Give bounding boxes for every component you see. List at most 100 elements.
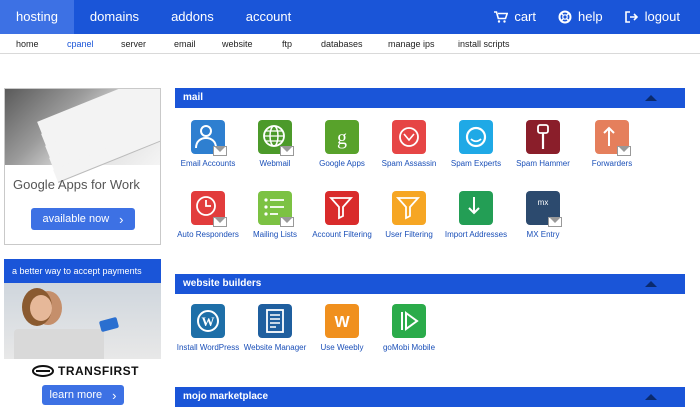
tile-label: Spam Assassin bbox=[381, 159, 437, 168]
subnav-website[interactable]: website bbox=[222, 34, 253, 54]
subnav-ftp[interactable]: ftp bbox=[282, 34, 292, 54]
tile-install-wordpress[interactable]: W Install WordPress bbox=[173, 304, 243, 353]
website-builders-section-title: website builders bbox=[183, 278, 262, 289]
gomobi-icon bbox=[392, 304, 426, 338]
svg-text:W: W bbox=[202, 314, 215, 329]
funnel-user-icon bbox=[392, 191, 426, 225]
wordpress-icon: W bbox=[191, 304, 225, 338]
nav-domains[interactable]: domains bbox=[74, 0, 155, 34]
collapse-caret-icon[interactable] bbox=[645, 394, 657, 400]
tile-label: MX Entry bbox=[526, 230, 560, 239]
weebly-icon: W bbox=[325, 304, 359, 338]
tile-webmail[interactable]: Webmail bbox=[240, 120, 310, 169]
transfirst-logo: TRANSFIRST bbox=[32, 364, 139, 378]
logout-link[interactable]: logout bbox=[624, 0, 680, 34]
chevron-right-icon: › bbox=[119, 211, 124, 227]
subnav-manage-ips[interactable]: manage ips bbox=[388, 34, 435, 54]
tile-spam-assassin[interactable]: Spam Assassin bbox=[374, 120, 444, 169]
clock-icon bbox=[191, 191, 227, 227]
tile-label: Spam Hammer bbox=[516, 159, 570, 168]
forward-arrow-icon bbox=[595, 120, 631, 156]
logout-label: logout bbox=[644, 9, 680, 24]
tile-account-filtering[interactable]: Account Filtering bbox=[307, 191, 377, 240]
mx-entry-icon: mx bbox=[526, 191, 562, 227]
tile-label: Webmail bbox=[259, 159, 291, 168]
google-apps-title: Google Apps for Work bbox=[13, 177, 140, 192]
tile-label: Use Weebly bbox=[320, 343, 364, 352]
google-g-icon: g bbox=[325, 120, 359, 154]
mail-section-title: mail bbox=[183, 92, 204, 103]
available-now-label: available now bbox=[42, 213, 110, 225]
list-icon bbox=[258, 191, 294, 227]
google-logo-text: Google bbox=[13, 177, 55, 192]
nav-addons[interactable]: addons bbox=[155, 0, 230, 34]
tile-auto-responders[interactable]: Auto Responders bbox=[173, 191, 243, 240]
google-apps-ad[interactable]: Google Apps for Work available now › bbox=[4, 88, 161, 245]
tile-website-manager[interactable]: Website Manager bbox=[240, 304, 310, 353]
transfirst-headline: a better way to accept payments bbox=[4, 259, 161, 283]
tile-label: Auto Responders bbox=[177, 230, 239, 239]
tile-label: Spam Experts bbox=[450, 159, 502, 168]
svg-text:g: g bbox=[337, 127, 347, 149]
globe-icon bbox=[258, 120, 294, 156]
learn-more-button[interactable]: learn more › bbox=[42, 385, 124, 405]
lifebuoy-icon bbox=[558, 10, 572, 24]
svg-text:mx: mx bbox=[538, 198, 549, 207]
available-now-button[interactable]: available now › bbox=[31, 208, 135, 230]
website-builders-section-header[interactable]: website builders bbox=[175, 274, 685, 294]
tile-label: Install WordPress bbox=[176, 343, 240, 352]
tile-label: goMobi Mobile bbox=[382, 343, 436, 352]
tile-label: Account Filtering bbox=[312, 230, 372, 239]
mojo-marketplace-section-title: mojo marketplace bbox=[183, 391, 269, 402]
funnel-icon bbox=[325, 191, 359, 225]
tile-forwarders[interactable]: Forwarders bbox=[577, 120, 647, 169]
mail-section-header[interactable]: mail bbox=[175, 88, 685, 108]
learn-more-label: learn more bbox=[49, 389, 103, 401]
mojo-marketplace-section-header[interactable]: mojo marketplace bbox=[175, 387, 685, 407]
paper-stack-image bbox=[5, 89, 160, 183]
subnav-install-scripts[interactable]: install scripts bbox=[458, 34, 510, 54]
utility-nav: cart help logout bbox=[472, 0, 680, 34]
collapse-caret-icon[interactable] bbox=[645, 281, 657, 287]
cart-label: cart bbox=[514, 9, 536, 24]
tile-user-filtering[interactable]: User Filtering bbox=[374, 191, 444, 240]
spam-assassin-icon bbox=[392, 120, 426, 154]
primary-nav: hosting domains addons account bbox=[0, 0, 307, 34]
help-link[interactable]: help bbox=[558, 0, 603, 34]
user-icon bbox=[191, 120, 227, 156]
cart-link[interactable]: cart bbox=[494, 0, 536, 34]
tile-label: Mailing Lists bbox=[252, 230, 297, 239]
chevron-right-icon: › bbox=[112, 387, 117, 403]
subnav-home[interactable]: home bbox=[16, 34, 39, 54]
collapse-caret-icon[interactable] bbox=[645, 95, 657, 101]
tile-gomobi-mobile[interactable]: goMobi Mobile bbox=[374, 304, 444, 353]
tile-label: User Filtering bbox=[385, 230, 433, 239]
cart-icon bbox=[494, 11, 509, 23]
tile-label: Import Addresses bbox=[444, 230, 508, 239]
help-label: help bbox=[578, 9, 603, 24]
tile-use-weebly[interactable]: W Use Weebly bbox=[307, 304, 377, 353]
subnav-server[interactable]: server bbox=[121, 34, 146, 54]
subnav-databases[interactable]: databases bbox=[321, 34, 363, 54]
nav-hosting[interactable]: hosting bbox=[0, 0, 74, 34]
nav-account[interactable]: account bbox=[230, 0, 308, 34]
tile-google-apps[interactable]: g Google Apps bbox=[307, 120, 377, 169]
tile-spam-experts[interactable]: Spam Experts bbox=[441, 120, 511, 169]
subnav-email[interactable]: email bbox=[174, 34, 196, 54]
tile-mailing-lists[interactable]: Mailing Lists bbox=[240, 191, 310, 240]
hammer-icon bbox=[526, 120, 560, 154]
tile-label: Website Manager bbox=[243, 343, 307, 352]
svg-text:W: W bbox=[334, 314, 350, 331]
subnav-cpanel[interactable]: cpanel bbox=[67, 34, 94, 54]
top-navigation-bar: hosting domains addons account cart help… bbox=[0, 0, 700, 34]
tile-email-accounts[interactable]: Email Accounts bbox=[173, 120, 243, 169]
transfirst-brand: TRANSFIRST bbox=[58, 364, 139, 378]
tile-mx-entry[interactable]: mx MX Entry bbox=[508, 191, 578, 240]
tile-spam-hammer[interactable]: Spam Hammer bbox=[508, 120, 578, 169]
woman-laptop-image bbox=[4, 283, 161, 359]
document-icon bbox=[258, 304, 292, 338]
import-icon bbox=[459, 191, 493, 225]
tile-import-addresses[interactable]: Import Addresses bbox=[441, 191, 511, 240]
secondary-nav: home cpanel server email website ftp dat… bbox=[0, 34, 700, 54]
tile-label: Email Accounts bbox=[180, 159, 236, 168]
